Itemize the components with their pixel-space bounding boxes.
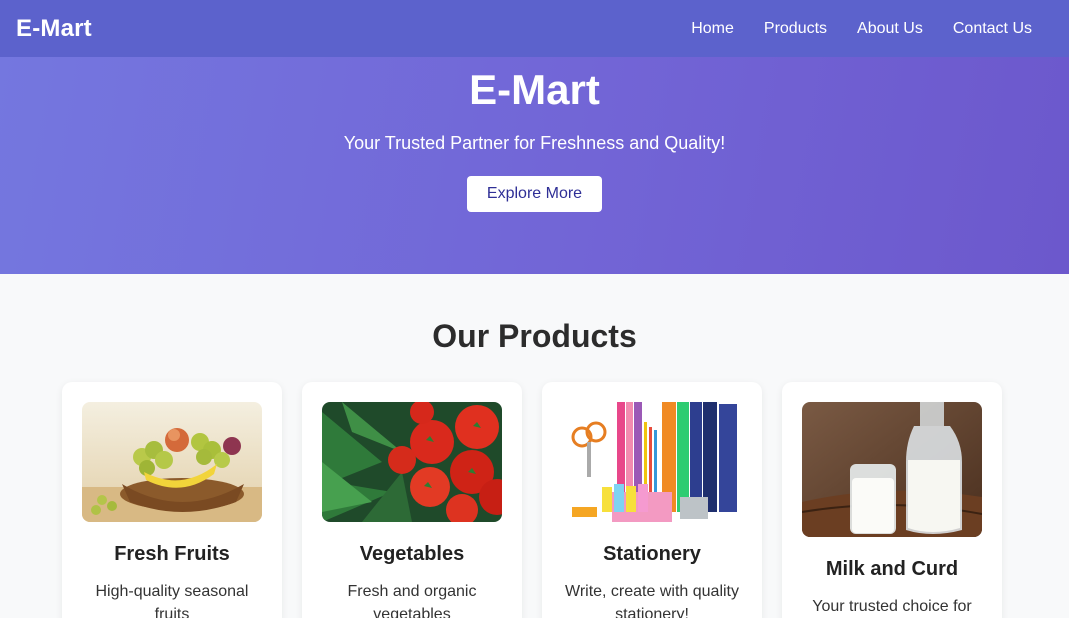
fruit-basket-image	[82, 402, 262, 522]
product-description: Your trusted choice for	[812, 598, 972, 615]
hero-subtitle: Your Trusted Partner for Freshness and Q…	[343, 133, 726, 153]
nav-link-products[interactable]: Products	[764, 20, 827, 38]
hero-title: E-Mart	[469, 66, 600, 113]
explore-more-button[interactable]: Explore More	[466, 176, 603, 212]
brand-logo[interactable]: E-Mart	[16, 15, 92, 43]
nav-link-contact[interactable]: Contact Us	[953, 20, 1032, 38]
products-title: Our Products	[432, 318, 637, 354]
product-card-stationery[interactable]: Stationery Write, create with quality st…	[542, 382, 762, 618]
product-card-vegetables[interactable]: Vegetables Fresh and organic vegetables	[302, 382, 522, 618]
nav-link-about[interactable]: About Us	[857, 20, 923, 38]
hero-section: E-Mart Your Trusted Partner for Freshnes…	[0, 57, 1069, 274]
stationery-image	[562, 402, 742, 522]
product-description: Write, create with quality stationery!	[565, 583, 739, 618]
product-description: Fresh and organic vegetables	[347, 583, 477, 618]
navbar: E-Mart Home Products About Us Contact Us	[0, 0, 1069, 57]
product-name: Stationery	[603, 543, 701, 565]
nav-link-home[interactable]: Home	[691, 20, 734, 38]
product-description: High-quality seasonal fruits	[95, 583, 249, 618]
milk-image	[802, 402, 982, 537]
product-name: Milk and Curd	[825, 558, 959, 580]
product-name: Fresh Fruits	[114, 543, 230, 565]
nav-links: Home Products About Us Contact Us	[661, 20, 1053, 38]
vegetables-image	[322, 402, 502, 522]
product-card-fruits[interactable]: Fresh Fruits High-quality seasonal fruit…	[62, 382, 282, 618]
product-card-milk[interactable]: Milk and Curd Your trusted choice for	[782, 382, 1002, 618]
product-name: Vegetables	[359, 543, 465, 565]
